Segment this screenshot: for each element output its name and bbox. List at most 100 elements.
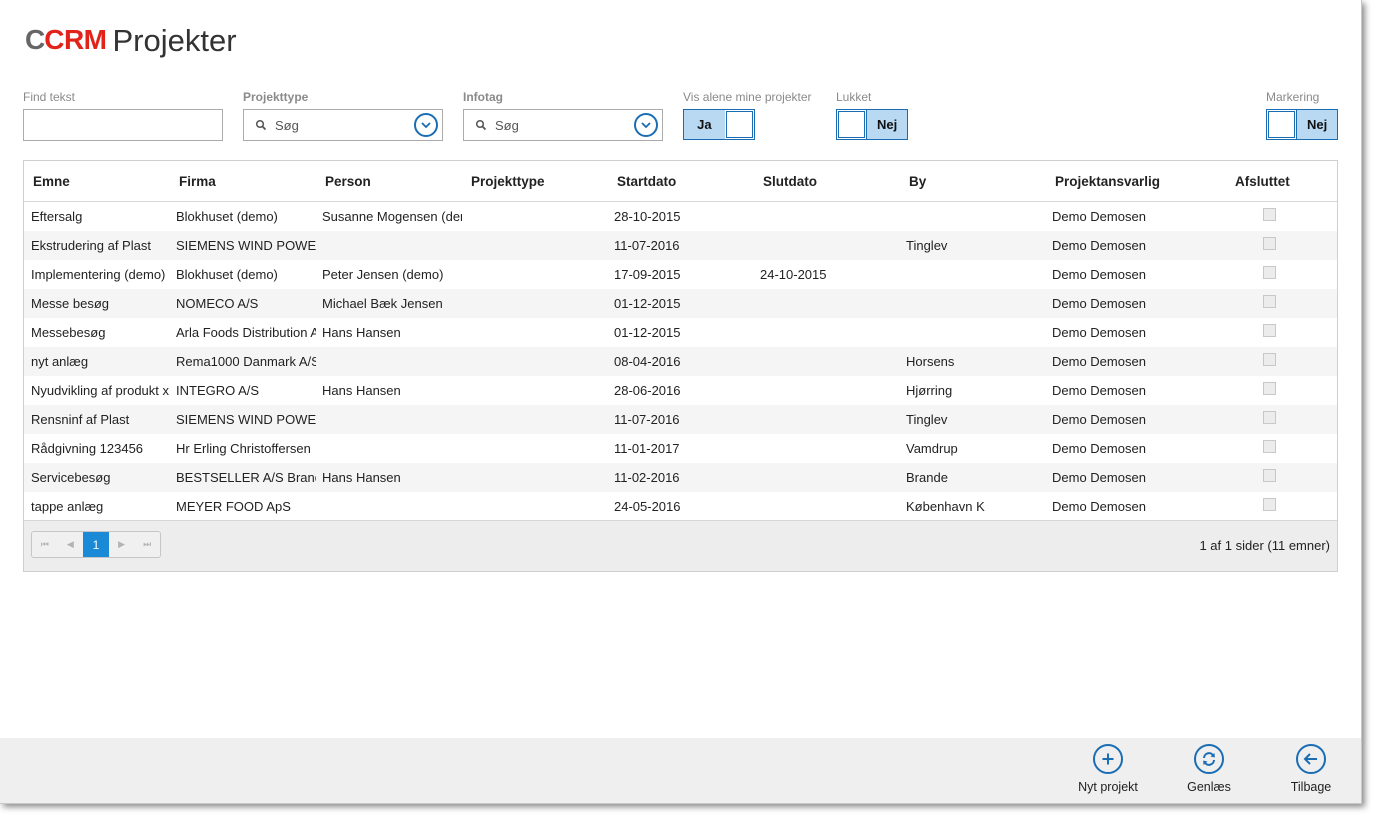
afsluttet-checkbox[interactable] xyxy=(1263,208,1276,221)
search-icon xyxy=(255,119,267,131)
column-header-emne[interactable]: Emne xyxy=(33,174,70,189)
toggle-knob xyxy=(838,111,866,138)
afsluttet-checkbox[interactable] xyxy=(1263,469,1276,482)
cell-by: København K xyxy=(906,499,985,514)
afsluttet-checkbox[interactable] xyxy=(1263,295,1276,308)
first-page-icon[interactable]: ⏮ xyxy=(32,532,58,557)
cell-emne: Rensninf af Plast xyxy=(31,412,130,427)
cell-emne: Eftersalg xyxy=(31,209,83,224)
cell-emne: Nyudvikling af produkt x xyxy=(31,383,170,398)
table-row[interactable]: Messebesøg Arla Foods Distribution A Hans … xyxy=(24,318,1337,347)
pager-bar: ⏮ ◀ 1 ▶ ⏭ 1 af 1 sider (11 emner) xyxy=(24,520,1337,571)
only-mine-toggle[interactable]: Ja xyxy=(683,109,755,140)
afsluttet-checkbox[interactable] xyxy=(1263,353,1276,366)
afsluttet-checkbox[interactable] xyxy=(1263,266,1276,279)
cell-by: Brande xyxy=(906,470,948,485)
next-page-icon[interactable]: ▶ xyxy=(109,532,135,557)
info-tag-placeholder: Søg xyxy=(495,117,519,133)
cell-firma: MEYER FOOD ApS xyxy=(176,499,291,514)
closed-label: Lukket xyxy=(836,90,872,104)
column-header-projekttype[interactable]: Projekttype xyxy=(471,174,545,189)
afsluttet-checkbox[interactable] xyxy=(1263,440,1276,453)
find-text-input[interactable] xyxy=(23,109,223,141)
cell-firma: Rema1000 Danmark A/S xyxy=(176,354,316,369)
afsluttet-checkbox[interactable] xyxy=(1263,498,1276,511)
new-project-button[interactable]: Nyt projekt xyxy=(1063,744,1153,794)
column-header-by[interactable]: By xyxy=(909,174,926,189)
reload-label: Genlæs xyxy=(1187,780,1231,794)
cell-firma: INTEGRO A/S xyxy=(176,383,260,398)
cell-slutdato: 24-10-2015 xyxy=(760,267,827,282)
cell-startdato: 11-01-2017 xyxy=(614,441,680,456)
reload-button[interactable]: Genlæs xyxy=(1164,744,1254,794)
table-row[interactable]: Implementering (demo) Blokhuset (demo) Pet… xyxy=(24,260,1337,289)
project-type-label: Projekttype xyxy=(243,90,309,104)
cell-projektansvarlig: Demo Demosen xyxy=(1052,238,1146,253)
prev-page-icon[interactable]: ◀ xyxy=(58,532,84,557)
column-header-afsluttet[interactable]: Afsluttet xyxy=(1235,174,1290,189)
cell-startdato: 17-09-2015 xyxy=(614,267,681,282)
chevron-down-icon[interactable] xyxy=(414,113,438,137)
cell-projektansvarlig: Demo Demosen xyxy=(1052,383,1146,398)
project-type-combo[interactable]: Søg xyxy=(243,109,443,141)
cell-by: Tinglev xyxy=(906,412,948,427)
table-row[interactable]: Rensninf af Plast SIEMENS WIND POWER 11-07… xyxy=(24,405,1337,434)
column-header-slutdato[interactable]: Slutdato xyxy=(763,174,817,189)
cell-firma: Arla Foods Distribution A xyxy=(176,325,316,340)
table-row[interactable]: Nyudvikling af produkt x INTEGRO A/S Hans … xyxy=(24,376,1337,405)
cell-projektansvarlig: Demo Demosen xyxy=(1052,325,1146,340)
cell-emne: Messebesøg xyxy=(31,325,106,340)
info-tag-combo[interactable]: Søg xyxy=(463,109,663,141)
cell-emne: Implementering (demo) xyxy=(31,267,166,282)
cell-startdato: 01-12-2015 xyxy=(614,296,681,311)
page-number-current[interactable]: 1 xyxy=(83,532,109,557)
cell-person: Susanne Mogensen (dem xyxy=(322,209,462,224)
cell-person: Michael Bæk Jensen xyxy=(322,296,443,311)
marking-toggle[interactable]: Nej xyxy=(1266,109,1338,140)
afsluttet-checkbox[interactable] xyxy=(1263,411,1276,424)
cell-emne: Rådgivning 123456 xyxy=(31,441,144,456)
table-row[interactable]: tappe anlæg MEYER FOOD ApS 24-05-2016 Køben… xyxy=(24,492,1337,521)
column-header-firma[interactable]: Firma xyxy=(179,174,216,189)
afsluttet-checkbox[interactable] xyxy=(1263,237,1276,250)
cell-emne: Ekstrudering af Plast xyxy=(31,238,151,253)
table-row[interactable]: Rådgivning 123456 Hr Erling Christofferse… xyxy=(24,434,1337,463)
cell-projektansvarlig: Demo Demosen xyxy=(1052,470,1146,485)
app-header: C CRM Projekter xyxy=(25,23,237,57)
only-mine-value: Ja xyxy=(684,110,725,139)
projects-grid: Emne Firma Person Projekttype Startdato … xyxy=(23,160,1338,572)
column-header-person[interactable]: Person xyxy=(325,174,371,189)
cell-startdato: 28-10-2015 xyxy=(614,209,681,224)
cell-firma: BESTSELLER A/S Brande xyxy=(176,470,316,485)
cell-projektansvarlig: Demo Demosen xyxy=(1052,267,1146,282)
column-header-startdato[interactable]: Startdato xyxy=(617,174,676,189)
table-row[interactable]: Ekstrudering af Plast SIEMENS WIND POWER 1… xyxy=(24,231,1337,260)
back-button[interactable]: Tilbage xyxy=(1266,744,1356,794)
cell-firma: Blokhuset (demo) xyxy=(176,267,278,282)
grid-header: Emne Firma Person Projekttype Startdato … xyxy=(24,161,1337,202)
table-row[interactable]: nyt anlæg Rema1000 Danmark A/S 08-04-2016 H… xyxy=(24,347,1337,376)
closed-value: Nej xyxy=(866,110,907,139)
marking-label: Markering xyxy=(1266,90,1320,104)
table-row[interactable]: Servicebesøg BESTSELLER A/S Brande Hans Ha… xyxy=(24,463,1337,492)
closed-toggle[interactable]: Nej xyxy=(836,109,908,140)
column-header-projektansvarlig[interactable]: Projektansvarlig xyxy=(1055,174,1160,189)
cell-emne: Messe besøg xyxy=(31,296,110,311)
cell-projektansvarlig: Demo Demosen xyxy=(1052,354,1146,369)
afsluttet-checkbox[interactable] xyxy=(1263,382,1276,395)
chevron-down-icon[interactable] xyxy=(634,113,658,137)
cell-emne: tappe anlæg xyxy=(31,499,104,514)
back-label: Tilbage xyxy=(1290,780,1332,794)
cell-startdato: 08-04-2016 xyxy=(614,354,681,369)
table-row[interactable]: Eftersalg Blokhuset (demo) Susanne Mogense… xyxy=(24,202,1337,231)
cell-emne: Servicebesøg xyxy=(31,470,111,485)
info-tag-label: Infotag xyxy=(463,90,503,104)
afsluttet-checkbox[interactable] xyxy=(1263,324,1276,337)
last-page-icon[interactable]: ⏭ xyxy=(134,532,160,557)
cell-by: Tinglev xyxy=(906,238,948,253)
logo-crm: CRM xyxy=(44,24,107,55)
cell-firma: SIEMENS WIND POWER xyxy=(176,412,316,427)
cell-firma: Blokhuset (demo) xyxy=(176,209,278,224)
cell-emne: nyt anlæg xyxy=(31,354,89,369)
table-row[interactable]: Messe besøg NOMECO A/S Michael Bæk Jensen 0… xyxy=(24,289,1337,318)
